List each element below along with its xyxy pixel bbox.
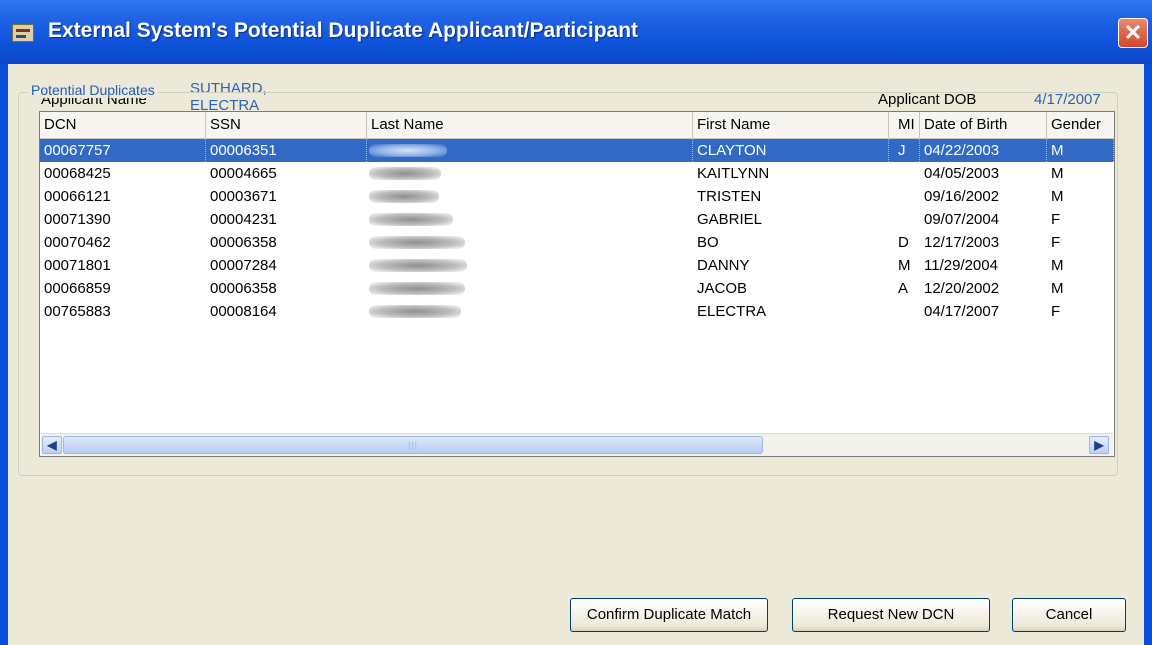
dialog-window: External System's Potential Duplicate Ap… bbox=[0, 0, 1152, 645]
cell-first: TRISTEN bbox=[697, 188, 762, 205]
cell-first: KAITLYNN bbox=[697, 165, 770, 182]
cell-last bbox=[367, 185, 693, 208]
scroll-right-button[interactable]: ▶ bbox=[1089, 436, 1109, 454]
cell-dcn: 00070462 bbox=[44, 234, 111, 251]
table-row[interactable]: 00070462 00006358 BO D 12/17/2003 F bbox=[40, 231, 1114, 254]
col-header-first-name[interactable]: First Name bbox=[693, 112, 889, 138]
table-row[interactable]: 00066121 00003671 TRISTEN 09/16/2002 M bbox=[40, 185, 1114, 208]
table-row[interactable]: 00066859 00006358 JACOB A 12/20/2002 M bbox=[40, 277, 1114, 300]
col-header-mi[interactable]: MI bbox=[889, 112, 920, 138]
cell-dob: 04/22/2003 bbox=[920, 139, 1047, 162]
redacted-last-name bbox=[369, 259, 467, 272]
cell-last bbox=[367, 254, 693, 277]
confirm-duplicate-match-button[interactable]: Confirm Duplicate Match bbox=[570, 598, 768, 632]
title-bar[interactable]: External System's Potential Duplicate Ap… bbox=[0, 0, 1152, 64]
cell-last bbox=[367, 139, 693, 162]
request-new-dcn-button[interactable]: Request New DCN bbox=[792, 598, 990, 632]
close-button[interactable]: ✕ bbox=[1118, 18, 1148, 48]
table-row[interactable]: 00071390 00004231 GABRIEL 09/07/2004 F bbox=[40, 208, 1114, 231]
scroll-left-button[interactable]: ◀ bbox=[42, 436, 62, 454]
cell-first: CLAYTON bbox=[693, 139, 889, 162]
cell-dob: 09/07/2004 bbox=[924, 211, 1000, 228]
table-row[interactable]: 00067757 00006351 CLAYTON J 04/22/2003 M bbox=[40, 139, 1114, 162]
redacted-last-name bbox=[369, 190, 439, 203]
cell-gender: M bbox=[1051, 280, 1064, 297]
arrow-left-icon: ◀ bbox=[47, 438, 57, 452]
cell-dob: 12/20/2002 bbox=[924, 280, 1000, 297]
cell-dob: 09/16/2002 bbox=[924, 188, 1000, 205]
horizontal-scrollbar[interactable]: ◀ ||| ▶ bbox=[41, 433, 1113, 456]
cell-mi bbox=[889, 162, 920, 185]
col-header-last-name[interactable]: Last Name bbox=[367, 112, 693, 138]
cell-ssn: 00006358 bbox=[210, 234, 277, 251]
col-header-date-of-birth[interactable]: Date of Birth bbox=[920, 112, 1047, 138]
cancel-button[interactable]: Cancel bbox=[1012, 598, 1126, 632]
cell-gender: F bbox=[1051, 303, 1061, 320]
cell-first: BO bbox=[697, 234, 719, 251]
scroll-thumb[interactable]: ||| bbox=[63, 436, 763, 454]
close-icon: ✕ bbox=[1123, 20, 1143, 45]
cell-gender: M bbox=[1051, 188, 1064, 205]
cell-dob: 12/17/2003 bbox=[924, 234, 1000, 251]
cell-last bbox=[367, 277, 693, 300]
redacted-last-name bbox=[369, 236, 465, 249]
group-title: Potential Duplicates bbox=[28, 82, 158, 98]
col-header-dcn[interactable]: DCN bbox=[40, 112, 206, 138]
cell-mi: A bbox=[898, 280, 909, 297]
cell-dob: 04/17/2007 bbox=[924, 303, 1000, 320]
cell-mi: M bbox=[898, 257, 911, 274]
arrow-right-icon: ▶ bbox=[1094, 438, 1104, 452]
cell-ssn: 00006351 bbox=[206, 139, 367, 162]
cell-first: JACOB bbox=[697, 280, 748, 297]
redacted-last-name bbox=[369, 305, 461, 318]
cell-mi bbox=[889, 208, 920, 231]
redacted-last-name bbox=[369, 144, 447, 157]
col-header-gender[interactable]: Gender bbox=[1047, 112, 1114, 138]
cell-mi: J bbox=[889, 139, 920, 162]
cell-gender: F bbox=[1051, 234, 1061, 251]
duplicates-grid[interactable]: DCN SSN Last Name First Name MI Date of … bbox=[39, 111, 1115, 457]
cell-dob: 11/29/2004 bbox=[924, 257, 998, 274]
cell-dcn: 00765883 bbox=[44, 303, 111, 320]
col-header-ssn[interactable]: SSN bbox=[206, 112, 367, 138]
cell-ssn: 00004665 bbox=[210, 165, 277, 182]
cell-dcn: 00071801 bbox=[44, 257, 111, 274]
cell-first: GABRIEL bbox=[697, 211, 763, 228]
grid-header: DCN SSN Last Name First Name MI Date of … bbox=[40, 112, 1114, 139]
table-row[interactable]: 00068425 00004665 KAITLYNN 04/05/2003 M bbox=[40, 162, 1114, 185]
table-row[interactable]: 00071801 00007284 DANNY M 11/29/2004 M bbox=[40, 254, 1114, 277]
cell-last bbox=[367, 208, 693, 231]
grip-icon: ||| bbox=[407, 440, 418, 450]
table-row[interactable]: 00765883 00008164 ELECTRA 04/17/2007 F bbox=[40, 300, 1114, 323]
cell-gender: M bbox=[1047, 139, 1114, 162]
cell-dcn: 00066859 bbox=[44, 280, 111, 297]
cell-gender: M bbox=[1051, 257, 1064, 274]
cell-mi bbox=[889, 185, 920, 208]
cell-last bbox=[367, 300, 693, 323]
cell-ssn: 00004231 bbox=[210, 211, 277, 228]
redacted-last-name bbox=[369, 282, 465, 295]
cell-last bbox=[367, 162, 693, 185]
app-icon bbox=[12, 24, 34, 42]
cell-mi: D bbox=[898, 234, 909, 251]
cell-dcn: 00068425 bbox=[44, 165, 111, 182]
cell-mi bbox=[889, 300, 920, 323]
cell-ssn: 00008164 bbox=[210, 303, 277, 320]
cell-first: ELECTRA bbox=[697, 303, 767, 320]
redacted-last-name bbox=[369, 213, 453, 226]
cell-ssn: 00007284 bbox=[210, 257, 277, 274]
cell-last bbox=[367, 231, 693, 254]
cell-dob: 04/05/2003 bbox=[924, 165, 1000, 182]
cell-gender: M bbox=[1051, 165, 1064, 182]
cell-dcn: 00071390 bbox=[44, 211, 111, 228]
cell-dcn: 00066121 bbox=[44, 188, 111, 205]
cell-ssn: 00006358 bbox=[210, 280, 277, 297]
redacted-last-name bbox=[369, 167, 441, 180]
cell-first: DANNY bbox=[697, 257, 750, 274]
cell-ssn: 00003671 bbox=[210, 188, 277, 205]
cell-gender: F bbox=[1051, 211, 1061, 228]
window-title: External System's Potential Duplicate Ap… bbox=[48, 19, 639, 42]
cell-dcn: 00067757 bbox=[40, 139, 206, 162]
